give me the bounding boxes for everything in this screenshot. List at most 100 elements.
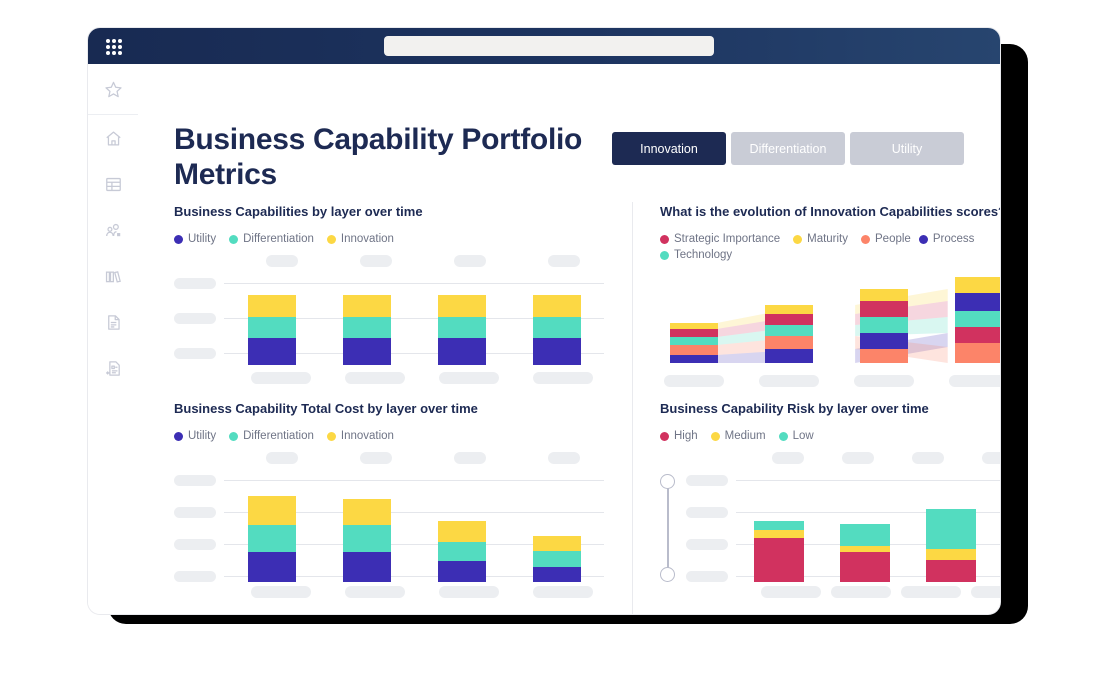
tab-innovation[interactable]: Innovation [612, 132, 726, 165]
segment-low[interactable] [840, 524, 890, 546]
segment-differentiation[interactable] [342, 525, 391, 552]
segment-strategic-importance[interactable] [670, 329, 718, 337]
segment-technology[interactable] [670, 337, 718, 345]
legend-entry[interactable]: Innovation [326, 430, 394, 442]
legend-entry[interactable]: Differentiation [229, 430, 314, 442]
range-slider-track[interactable] [667, 482, 669, 574]
bar-stack[interactable] [342, 499, 391, 582]
legend-entry[interactable]: Low [778, 430, 814, 442]
legend-entry[interactable]: Process [918, 233, 974, 245]
sidebar-item-people[interactable] [88, 207, 138, 253]
legend-entry[interactable]: Innovation [326, 233, 394, 245]
segment-technology[interactable] [765, 325, 813, 336]
bar-stack[interactable] [754, 521, 804, 582]
address-bar-input[interactable] [384, 36, 714, 56]
segment-differentiation[interactable] [532, 317, 581, 338]
bar-stack[interactable] [532, 536, 581, 582]
legend-entry[interactable]: Strategic Importance [660, 233, 780, 245]
legend-entry[interactable]: Medium [710, 430, 766, 442]
sidebar-item-documents[interactable] [88, 299, 138, 345]
bar-stack[interactable] [765, 305, 813, 363]
segment-innovation[interactable] [342, 295, 391, 317]
segment-innovation[interactable] [532, 536, 581, 551]
sidebar-item-reports[interactable] [88, 345, 138, 391]
legend-entry[interactable]: High [660, 430, 698, 442]
segment-utility[interactable] [247, 338, 296, 365]
range-slider[interactable] [660, 474, 675, 582]
segment-innovation[interactable] [532, 295, 581, 317]
legend-entry[interactable]: Maturity [793, 233, 848, 245]
segment-process[interactable] [670, 355, 718, 363]
segment-differentiation[interactable] [437, 542, 486, 561]
bar-stack[interactable] [247, 496, 296, 582]
range-slider-handle-min[interactable] [660, 567, 675, 582]
segment-strategic-importance[interactable] [860, 301, 908, 317]
segment-maturity[interactable] [765, 305, 813, 314]
bar-stack[interactable] [955, 277, 1000, 363]
segment-people[interactable] [670, 345, 718, 355]
segment-process[interactable] [955, 293, 1000, 311]
segment-differentiation[interactable] [342, 317, 391, 338]
segment-maturity[interactable] [955, 277, 1000, 293]
segment-differentiation[interactable] [247, 317, 296, 338]
bar-group [224, 295, 604, 365]
sidebar-item-library[interactable] [88, 253, 138, 299]
skeleton-category-label [266, 452, 298, 464]
sidebar-item-home[interactable] [88, 115, 138, 161]
bar-stack[interactable] [926, 509, 976, 582]
segment-technology[interactable] [860, 317, 908, 333]
segment-utility[interactable] [437, 338, 486, 365]
bar-stack[interactable] [437, 295, 486, 365]
bar-stack[interactable] [437, 521, 486, 582]
segment-utility[interactable] [437, 561, 486, 582]
segment-high[interactable] [926, 560, 976, 582]
skeleton-category-label [548, 452, 580, 464]
segment-utility[interactable] [342, 338, 391, 365]
segment-people[interactable] [860, 349, 908, 363]
skeleton-category-label [772, 452, 804, 464]
segment-medium[interactable] [926, 549, 976, 560]
legend-entry[interactable]: People [861, 233, 911, 245]
legend-entry[interactable]: Differentiation [229, 233, 314, 245]
segment-differentiation[interactable] [247, 525, 296, 552]
segment-low[interactable] [926, 509, 976, 549]
segment-maturity[interactable] [860, 289, 908, 301]
bar-stack[interactable] [342, 295, 391, 365]
range-slider-handle-max[interactable] [660, 474, 675, 489]
tab-differentiation[interactable]: Differentiation [731, 132, 845, 165]
bar-stack[interactable] [860, 289, 908, 363]
segment-innovation[interactable] [247, 496, 296, 525]
segment-medium[interactable] [754, 530, 804, 538]
legend-entry[interactable]: Technology [660, 249, 732, 261]
segment-innovation[interactable] [247, 295, 296, 317]
segment-strategic-importance[interactable] [955, 327, 1000, 343]
segment-process[interactable] [860, 333, 908, 349]
segment-innovation[interactable] [437, 521, 486, 542]
bar-stack[interactable] [670, 323, 718, 363]
bar-stack[interactable] [532, 295, 581, 365]
segment-utility[interactable] [532, 338, 581, 365]
segment-high[interactable] [754, 538, 804, 582]
sidebar-item-catalog[interactable] [88, 161, 138, 207]
segment-innovation[interactable] [437, 295, 486, 317]
bar-stack[interactable] [247, 295, 296, 365]
legend-entry[interactable]: Utility [174, 430, 216, 442]
segment-high[interactable] [840, 552, 890, 582]
segment-technology[interactable] [955, 311, 1000, 327]
bar-stack[interactable] [840, 524, 890, 582]
segment-low[interactable] [754, 521, 804, 530]
legend-entry[interactable]: Utility [174, 233, 216, 245]
segment-innovation[interactable] [342, 499, 391, 525]
segment-differentiation[interactable] [532, 551, 581, 567]
segment-strategic-importance[interactable] [765, 314, 813, 325]
segment-process[interactable] [765, 349, 813, 363]
segment-utility[interactable] [342, 552, 391, 582]
sidebar-item-favorites[interactable] [88, 64, 138, 115]
segment-utility[interactable] [247, 552, 296, 582]
segment-people[interactable] [955, 343, 1000, 363]
tab-utility[interactable]: Utility [850, 132, 964, 165]
segment-people[interactable] [765, 336, 813, 349]
segment-differentiation[interactable] [437, 317, 486, 338]
app-grid-icon[interactable] [106, 39, 122, 55]
segment-utility[interactable] [532, 567, 581, 582]
